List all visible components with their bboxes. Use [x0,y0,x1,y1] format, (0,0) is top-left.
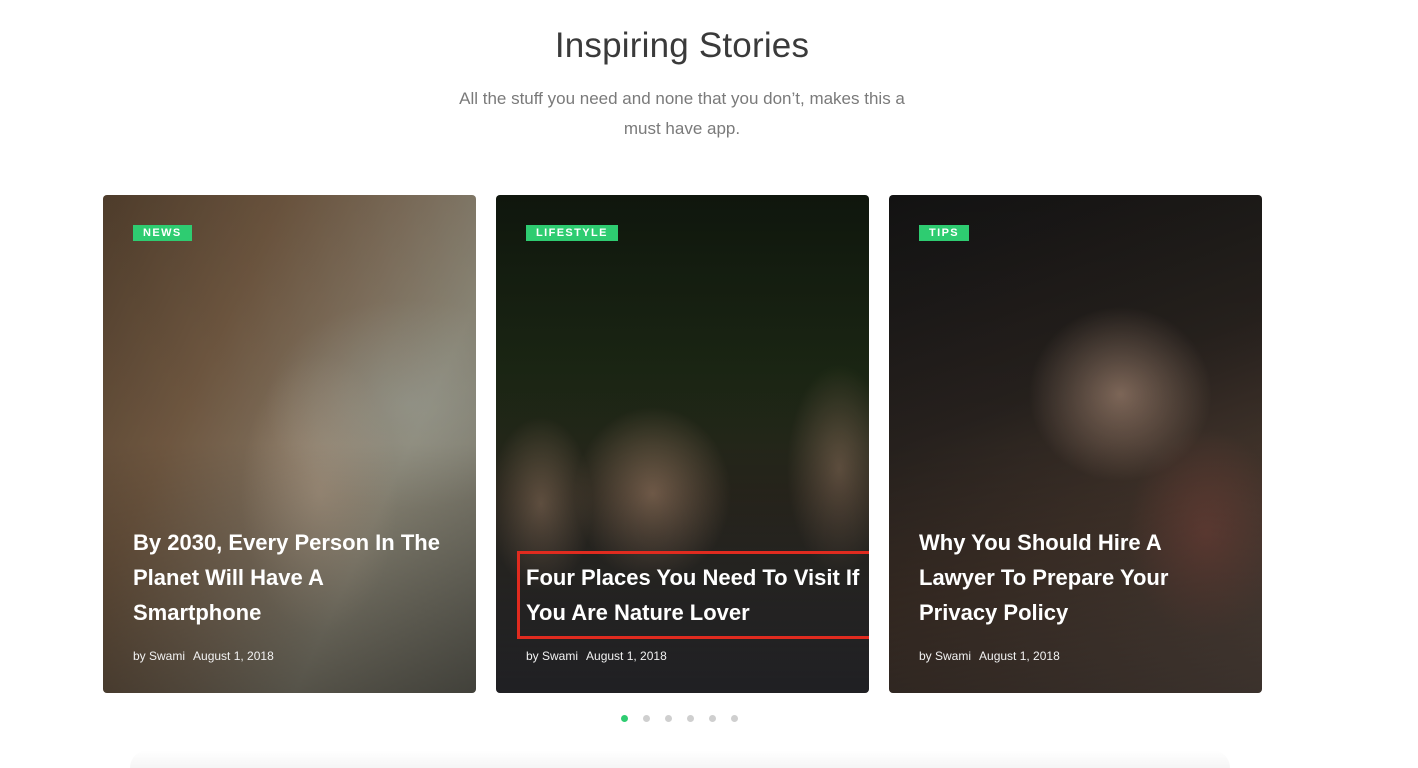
next-section-edge [130,750,1230,768]
stories-carousel: NEWS By 2030, Every Person In The Planet… [103,195,1262,693]
category-tag[interactable]: TIPS [919,225,970,241]
story-title[interactable]: By 2030, Every Person In The Planet Will… [133,525,446,630]
carousel-dot-5[interactable] [709,715,716,722]
carousel-dot-6[interactable] [731,715,738,722]
story-date: August 1, 2018 [586,649,667,663]
story-date: August 1, 2018 [979,649,1060,663]
story-author[interactable]: by Swami [526,649,578,663]
carousel-dot-2[interactable] [643,715,650,722]
story-meta: by Swami August 1, 2018 [133,649,274,663]
story-title-highlighted[interactable]: Four Places You Need To Visit If You Are… [517,551,869,639]
story-card[interactable]: LIFESTYLE Four Places You Need To Visit … [496,195,869,693]
carousel-dot-1[interactable] [621,715,628,722]
story-card[interactable]: NEWS By 2030, Every Person In The Planet… [103,195,476,693]
section-subtitle: All the stuff you need and none that you… [459,89,905,138]
section-title: Inspiring Stories [554,26,810,65]
story-meta: by Swami August 1, 2018 [526,649,667,663]
story-card[interactable]: TIPS Why You Should Hire A Lawyer To Pre… [889,195,1262,693]
carousel-dot-3[interactable] [665,715,672,722]
category-tag[interactable]: LIFESTYLE [526,225,618,241]
story-title[interactable]: Why You Should Hire A Lawyer To Prepare … [919,525,1232,630]
category-tag[interactable]: NEWS [133,225,192,241]
story-author[interactable]: by Swami [133,649,185,663]
story-date: August 1, 2018 [193,649,274,663]
story-author[interactable]: by Swami [919,649,971,663]
carousel-dot-4[interactable] [687,715,694,722]
page: Inspiring Stories All the stuff you need… [0,0,1418,768]
story-meta: by Swami August 1, 2018 [919,649,1060,663]
carousel-pagination [621,715,738,723]
